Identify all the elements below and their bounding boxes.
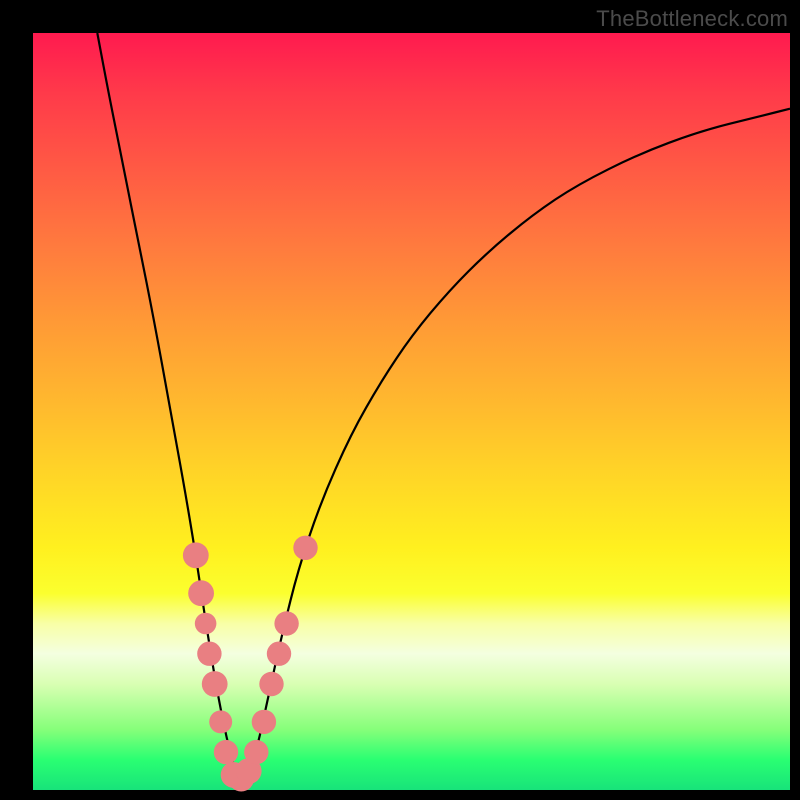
watermark-text: TheBottleneck.com (596, 6, 788, 32)
chart-frame: TheBottleneck.com (0, 0, 800, 800)
plot-area (33, 33, 790, 790)
